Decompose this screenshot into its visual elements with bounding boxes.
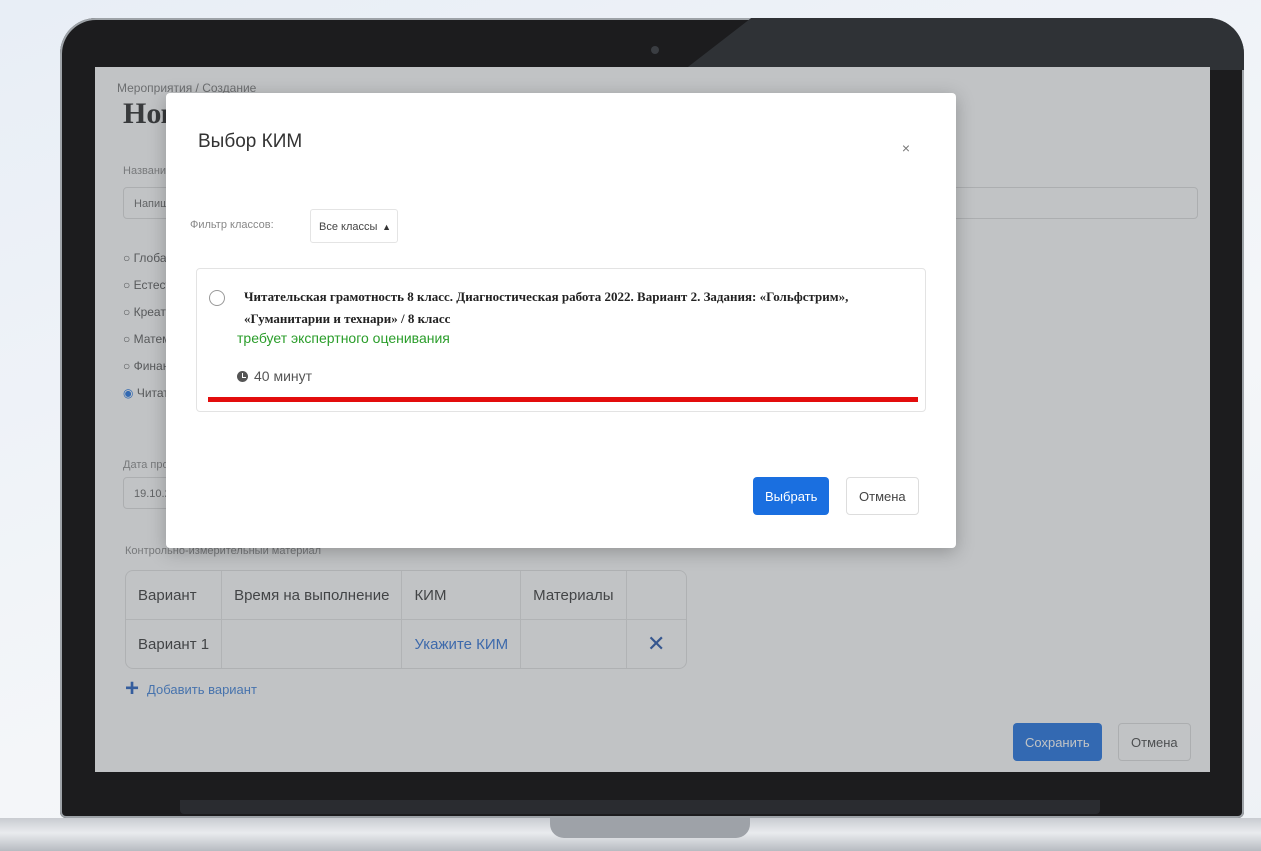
clock-icon	[237, 370, 248, 382]
class-filter-select[interactable]: Все классы ▲	[310, 209, 398, 243]
expert-evaluation-note: требует экспертного оценивания	[237, 330, 450, 346]
kim-title: Читательская грамотность 8 класс. Диагно…	[244, 289, 849, 326]
filter-label: Фильтр классов:	[190, 219, 274, 231]
choose-button[interactable]: Выбрать	[753, 477, 830, 515]
kim-select-modal: Выбор КИМ × Фильтр классов: Все классы ▲…	[166, 93, 956, 548]
laptop-base-notch	[550, 818, 750, 838]
select-caret-icon: ▲	[382, 222, 391, 232]
close-icon[interactable]: ×	[902, 140, 910, 156]
highlight-underline	[208, 397, 918, 402]
filter-value: Все классы	[319, 221, 378, 233]
kim-option-card[interactable]: Читательская грамотность 8 класс. Диагно…	[196, 268, 926, 412]
laptop-bezel-bottom	[180, 800, 1100, 814]
camera-icon	[651, 46, 659, 54]
screen-glare	[684, 18, 1244, 70]
modal-cancel-button[interactable]: Отмена	[846, 477, 919, 515]
kim-radio[interactable]	[209, 290, 225, 306]
duration-label: 40 минут	[254, 368, 313, 384]
kim-duration: 40 минут	[237, 368, 312, 384]
screen: Мероприятия / Создание Новое мероприятие…	[95, 67, 1210, 772]
modal-title: Выбор КИМ	[198, 131, 303, 152]
